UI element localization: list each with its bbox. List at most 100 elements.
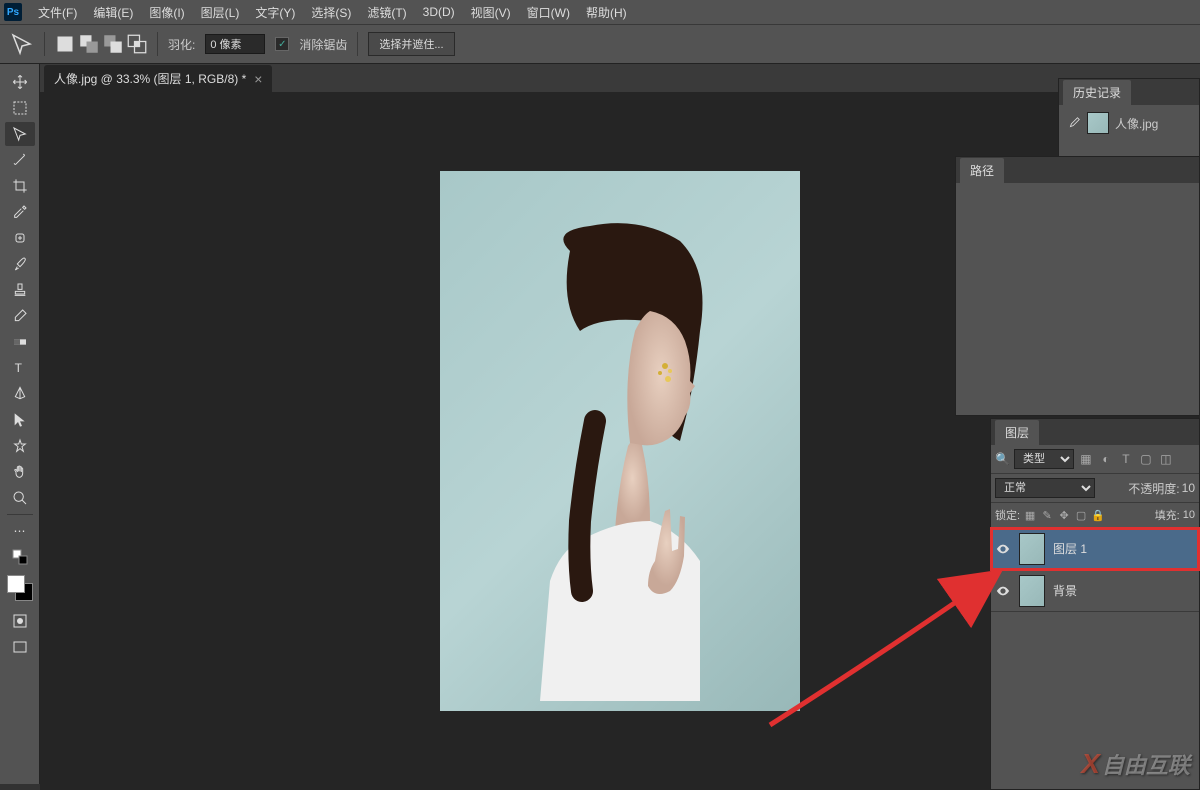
menu-view[interactable]: 视图(V) — [463, 1, 519, 24]
layer-kind-select[interactable]: 类型 — [1014, 449, 1074, 469]
type-tool-icon[interactable]: T — [5, 356, 35, 380]
path-selection-tool-icon[interactable] — [5, 408, 35, 432]
visibility-icon[interactable] — [995, 583, 1011, 599]
layers-tab[interactable]: 图层 — [995, 420, 1039, 445]
history-panel: 历史记录 人像.jpg — [1058, 78, 1200, 158]
zoom-tool-icon[interactable] — [5, 486, 35, 510]
panel-tab-bar: 历史记录 — [1059, 79, 1199, 105]
selection-intersect-icon[interactable] — [127, 34, 147, 54]
crop-tool-icon[interactable] — [5, 174, 35, 198]
lock-all-icon[interactable]: 🔒 — [1091, 508, 1105, 522]
eyedropper-tool-icon[interactable] — [5, 200, 35, 224]
brush-icon — [1067, 116, 1081, 130]
close-icon[interactable]: × — [254, 71, 262, 87]
eraser-tool-icon[interactable] — [5, 304, 35, 328]
color-swatch[interactable] — [7, 575, 33, 601]
layers-panel: 图层 🔍 类型 ▦ ◐ T ▢ ◫ 正常 不透明度: 10 锁定: ▦ ✎ ✥ … — [990, 418, 1200, 790]
selection-mode-group — [55, 34, 147, 54]
selection-add-icon[interactable] — [79, 34, 99, 54]
magic-wand-tool-icon[interactable] — [5, 148, 35, 172]
menu-bar: Ps 文件(F) 编辑(E) 图像(I) 图层(L) 文字(Y) 选择(S) 滤… — [0, 0, 1200, 24]
current-tool-icon[interactable] — [10, 32, 34, 56]
layer-thumbnail — [1019, 533, 1045, 565]
shape-tool-icon[interactable] — [5, 434, 35, 458]
menu-edit[interactable]: 编辑(E) — [85, 1, 141, 24]
screen-mode-icon[interactable] — [5, 635, 35, 659]
gradient-tool-icon[interactable] — [5, 330, 35, 354]
filter-type-icon[interactable]: T — [1118, 451, 1134, 467]
history-tab[interactable]: 历史记录 — [1063, 80, 1131, 105]
fill-label: 填充: — [1155, 507, 1180, 523]
pen-tool-icon[interactable] — [5, 382, 35, 406]
watermark-text: 自由互联 — [1102, 748, 1190, 780]
blend-mode-select[interactable]: 正常 — [995, 478, 1095, 498]
divider — [44, 32, 45, 56]
paths-tab[interactable]: 路径 — [960, 158, 1004, 183]
marquee-tool-icon[interactable] — [5, 96, 35, 120]
document-tab-title: 人像.jpg @ 33.3% (图层 1, RGB/8) * — [54, 70, 246, 87]
filter-smart-icon[interactable]: ◫ — [1158, 451, 1174, 467]
history-item-label: 人像.jpg — [1115, 115, 1158, 132]
filter-adjust-icon[interactable]: ◐ — [1098, 451, 1114, 467]
divider — [357, 32, 358, 56]
panel-tab-bar: 图层 — [991, 419, 1199, 445]
portrait-content — [500, 221, 740, 701]
tools-panel: T ⋯ — [0, 64, 40, 784]
lock-artboard-icon[interactable]: ▢ — [1074, 508, 1088, 522]
layers-blend-bar: 正常 不透明度: 10 — [991, 474, 1199, 503]
layer-thumbnail — [1019, 575, 1045, 607]
layers-lock-bar: 锁定: ▦ ✎ ✥ ▢ 🔒 填充: 10 — [991, 503, 1199, 528]
canvas-image — [440, 171, 800, 711]
menu-3d[interactable]: 3D(D) — [415, 2, 463, 22]
visibility-icon[interactable] — [995, 541, 1011, 557]
layer-name[interactable]: 图层 1 — [1053, 540, 1087, 557]
antialias-checkbox[interactable]: ✓ — [275, 37, 289, 51]
brush-tool-icon[interactable] — [5, 252, 35, 276]
opacity-label: 不透明度: — [1128, 480, 1179, 497]
healing-tool-icon[interactable] — [5, 226, 35, 250]
feather-input[interactable] — [205, 34, 265, 54]
lock-position-icon[interactable]: ✥ — [1057, 508, 1071, 522]
watermark-icon: X — [1081, 748, 1100, 780]
fill-value[interactable]: 10 — [1183, 509, 1195, 521]
menu-filter[interactable]: 滤镜(T) — [359, 1, 414, 24]
divider — [157, 32, 158, 56]
color-toggle-icon[interactable] — [5, 545, 35, 569]
opacity-value[interactable]: 10 — [1182, 481, 1195, 495]
layer-item[interactable]: 图层 1 — [991, 528, 1199, 570]
select-and-mask-button[interactable]: 选择并遮住... — [368, 32, 454, 56]
lock-transparent-icon[interactable]: ▦ — [1023, 508, 1037, 522]
history-thumbnail — [1087, 112, 1109, 134]
filter-shape-icon[interactable]: ▢ — [1138, 451, 1154, 467]
layer-name[interactable]: 背景 — [1053, 582, 1077, 599]
menu-type[interactable]: 文字(Y) — [247, 1, 303, 24]
menu-help[interactable]: 帮助(H) — [578, 1, 635, 24]
selection-new-icon[interactable] — [55, 34, 75, 54]
document-tab[interactable]: 人像.jpg @ 33.3% (图层 1, RGB/8) * × — [44, 65, 272, 92]
lock-pixels-icon[interactable]: ✎ — [1040, 508, 1054, 522]
foreground-color[interactable] — [7, 575, 25, 593]
move-tool-icon[interactable] — [5, 70, 35, 94]
menu-image[interactable]: 图像(I) — [141, 1, 192, 24]
selection-subtract-icon[interactable] — [103, 34, 123, 54]
watermark: X 自由互联 — [1081, 748, 1190, 780]
svg-text:T: T — [14, 361, 22, 375]
hand-tool-icon[interactable] — [5, 460, 35, 484]
filter-pixel-icon[interactable]: ▦ — [1078, 451, 1094, 467]
options-bar: 羽化: ✓ 消除锯齿 选择并遮住... — [0, 24, 1200, 64]
lasso-tool-icon[interactable] — [5, 122, 35, 146]
quick-mask-icon[interactable] — [5, 609, 35, 633]
menu-select[interactable]: 选择(S) — [303, 1, 359, 24]
stamp-tool-icon[interactable] — [5, 278, 35, 302]
layer-item[interactable]: 背景 — [991, 570, 1199, 612]
edit-toolbar-icon[interactable]: ⋯ — [5, 519, 35, 543]
divider — [7, 514, 33, 515]
menu-file[interactable]: 文件(F) — [30, 1, 85, 24]
document-tab-bar: 人像.jpg @ 33.3% (图层 1, RGB/8) * × — [40, 64, 1200, 92]
paths-panel: 路径 — [955, 156, 1200, 416]
feather-label: 羽化: — [168, 36, 195, 53]
menu-window[interactable]: 窗口(W) — [519, 1, 578, 24]
history-item[interactable]: 人像.jpg — [1063, 109, 1195, 137]
menu-layer[interactable]: 图层(L) — [193, 1, 248, 24]
layers-filter-bar: 🔍 类型 ▦ ◐ T ▢ ◫ — [991, 445, 1199, 474]
